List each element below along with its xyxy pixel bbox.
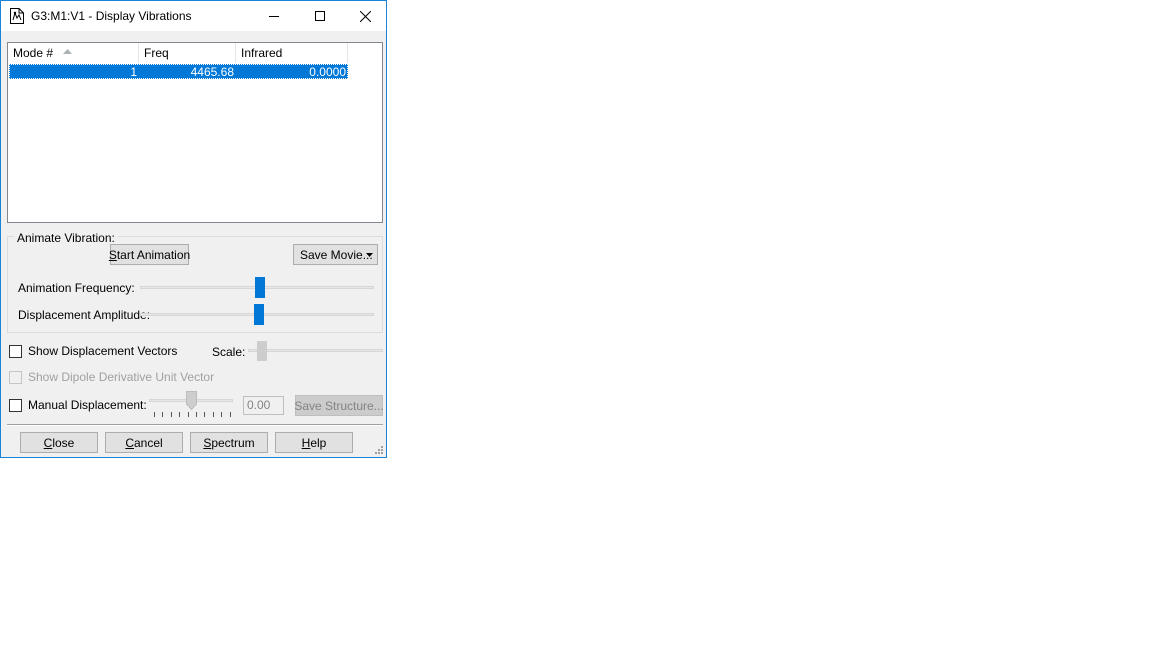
scale-label: Scale: [212,345,246,359]
spectrum-button[interactable]: Spectrum [190,432,268,453]
cancel-button[interactable]: Cancel [105,432,183,453]
window-title: G3:M1:V1 - Display Vibrations [31,9,192,23]
footer-separator [7,424,383,426]
slider-tick [221,412,223,417]
document-app-icon [10,8,24,24]
cell-mode: 1 [130,65,137,79]
save-movie-text: Save Movie... [300,247,373,262]
slider-tick [162,412,164,417]
cancel-button-text: Cancel [125,435,163,450]
slider-tick [229,412,231,417]
column-header-freq[interactable]: Freq [139,43,236,63]
maximize-icon [315,11,325,21]
manual-displacement-checkbox[interactable] [9,399,22,412]
slider-tick [187,412,189,417]
close-window-button[interactable] [342,1,388,31]
displacement-amplitude-slider[interactable] [253,304,264,325]
start-animation-button[interactable]: Start Animation [109,244,191,265]
close-button-text: Close [43,435,75,450]
save-structure-button: Save Structure... [294,395,384,416]
maximize-button[interactable] [297,1,343,31]
show-displacement-vectors-checkbox[interactable] [9,345,22,358]
resize-grip-icon[interactable] [373,444,383,454]
help-button-text: Help [301,435,327,450]
scale-slider[interactable] [257,341,267,361]
start-animation-text: tart Animation [116,247,191,262]
scale-track[interactable] [248,349,383,352]
slider-tick [204,412,206,417]
animate-vibration-label: Animate Vibration: [14,231,118,245]
vibration-modes-list[interactable]: Mode # Freq Infrared 1 4465.68 0.0000 [7,42,383,223]
table-row[interactable]: 1 4465.68 0.0000 [9,64,348,79]
cell-freq: 4465.68 [190,65,234,79]
slider-tick [179,412,181,417]
slider-tick [196,412,197,417]
animation-frequency-slider[interactable] [254,277,265,298]
slider-tick [212,412,214,417]
column-header-mode[interactable]: Mode # [8,43,139,63]
minimize-icon [269,16,279,17]
slider-tick [170,412,172,417]
cell-infrared: 0.0000 [309,65,346,79]
sort-ascending-icon [63,49,72,54]
dropdown-arrow-icon [366,253,373,257]
display-vibrations-window: G3:M1:V1 - Display Vibrations Mode # Fre… [0,0,387,458]
animation-frequency-label: Animation Frequency: [18,281,135,295]
manual-displacement-slider[interactable] [186,391,197,410]
spectrum-button-text: Spectrum [203,435,255,450]
title-bar[interactable]: G3:M1:V1 - Display Vibrations [1,1,386,31]
help-button[interactable]: Help [275,432,353,453]
save-movie-button[interactable]: Save Movie... [293,244,378,265]
manual-displacement-label: Manual Displacement: [28,398,147,412]
slider-tick [154,412,155,417]
dipole-derivative-label: Show Dipole Derivative Unit Vector [28,370,215,384]
minimize-button[interactable] [251,1,297,31]
dipole-derivative-checkbox [9,371,22,384]
close-icon [359,10,371,22]
show-displacement-vectors-label: Show Displacement Vectors [28,344,178,358]
manual-displacement-value: 0.00 [243,396,284,415]
displacement-amplitude-label: Displacement Amplitude: [18,308,151,322]
column-header-infrared[interactable]: Infrared [236,43,348,63]
close-button[interactable]: Close [20,432,98,453]
